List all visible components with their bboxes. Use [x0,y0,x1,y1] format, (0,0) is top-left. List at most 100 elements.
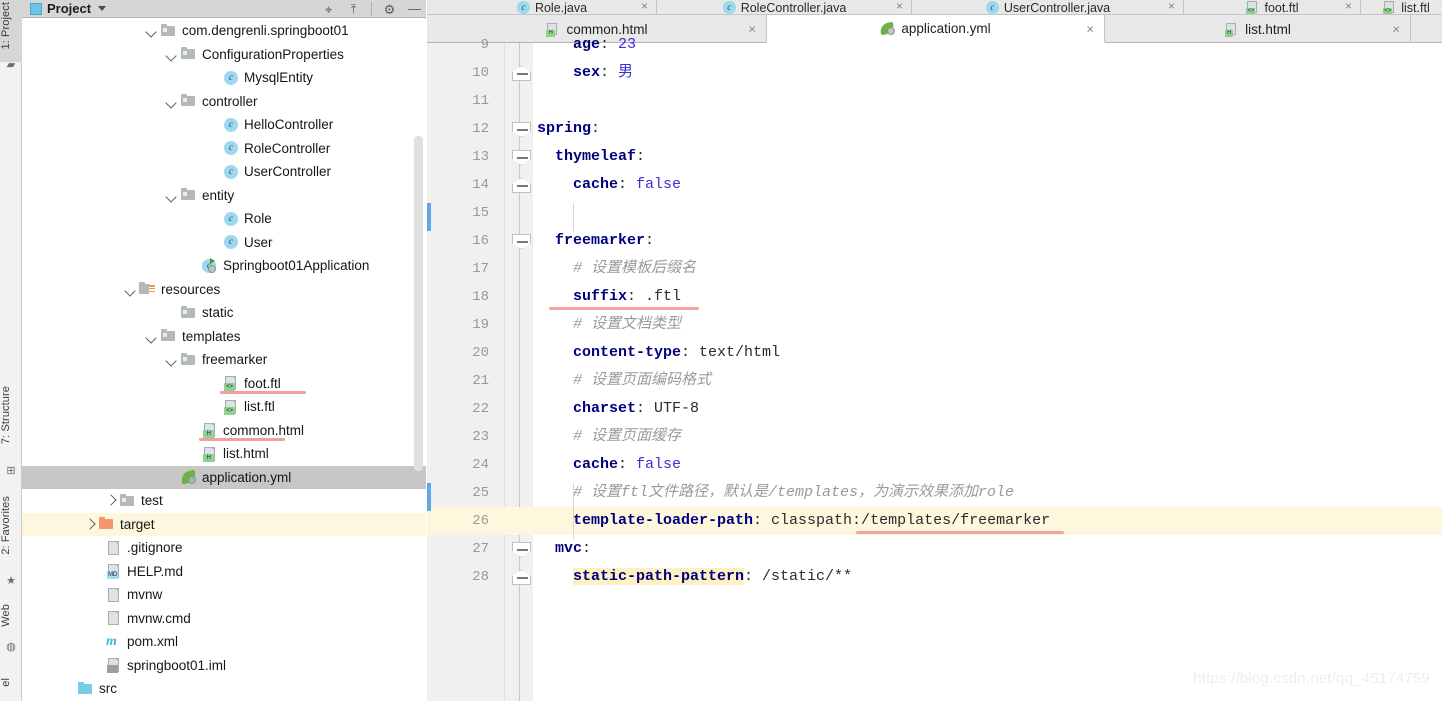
tree-node[interactable]: mvnw [22,583,426,607]
close-icon[interactable]: × [641,0,648,13]
tree-node[interactable]: c Role [22,207,426,231]
chevron-down-icon[interactable] [165,95,178,108]
tree-node[interactable]: freemarker [22,348,426,372]
tree-node[interactable]: c HelloController [22,113,426,137]
tree-node[interactable]: Hlist.html [22,442,426,466]
tree-node[interactable]: .gitignore [22,536,426,560]
tree-node[interactable]: <> list.ftl [22,395,426,419]
code-line[interactable]: 9 age: 23 [427,31,1452,59]
line-number: 15 [472,205,489,221]
tree-node[interactable]: target [22,512,426,536]
red-annotation-underline [199,438,285,441]
code-line[interactable]: 20 content-type: text/html [427,339,1452,367]
tree-node[interactable]: mvnw.cmd [22,607,426,631]
tree-node-label: .gitignore [127,540,183,556]
tree-node-label: common.html [223,422,305,438]
tree-node[interactable]: test [22,489,426,513]
tool-button-web[interactable]: Web [0,604,22,627]
code-line[interactable]: 21 # 设置页面编码格式 [427,367,1452,395]
chevron-down-icon[interactable] [165,48,178,61]
code-text: # 设置页面编码格式 [573,367,711,395]
code-token: thymeleaf [555,148,637,165]
hide-panel-icon[interactable]: — [407,2,422,17]
close-icon[interactable]: × [896,0,903,13]
editor-tab[interactable]: c RoleController.java × [657,0,912,14]
code-line[interactable]: 19 # 设置文档类型 [427,311,1452,339]
spring-application-class-icon: c [201,257,218,274]
folder-icon [160,328,177,344]
editor-tab-row-upper[interactable]: c Role.java × c RoleController.java × c UserCon… [427,0,1452,15]
chevron-down-icon[interactable] [165,353,178,366]
tree-node[interactable]: templates [22,325,426,349]
code-line[interactable]: 10 sex: 男 [427,59,1452,87]
line-number: 26 [472,513,489,529]
code-line[interactable]: 27 mvc: [427,535,1452,563]
code-line[interactable]: 14 cache: false [427,171,1452,199]
code-text: cache: false [573,171,681,199]
tree-node[interactable]: c User [22,231,426,255]
tree-node[interactable]: ConfigurationProperties [22,43,426,67]
line-number: 9 [480,37,489,53]
editor-tab-label: list.ftl [1401,0,1430,15]
tool-button-partial[interactable]: el [0,678,22,687]
tree-node-label: mvnw.cmd [127,610,191,626]
project-view-selector[interactable]: Project [22,1,107,16]
editor-tab[interactable]: c UserController.java × [912,0,1184,14]
editor-tab[interactable]: <> list.ftl [1361,0,1452,15]
tree-node[interactable]: application.yml [22,465,426,489]
chevron-right-icon[interactable] [104,494,117,507]
tree-node[interactable]: resources [22,278,426,302]
chevron-down-icon[interactable] [124,283,137,296]
code-line[interactable]: 25 # 设置ftl文件路径，默认是/templates，为演示效果添加role [427,479,1452,507]
code-line[interactable]: 16 freemarker: [427,227,1452,255]
tree-node[interactable]: c MysqlEntity [22,66,426,90]
project-tree-scrollbar[interactable] [414,136,423,471]
code-line[interactable]: 13 thymeleaf: [427,143,1452,171]
close-icon[interactable]: × [1168,0,1175,13]
tree-node[interactable]: entity [22,184,426,208]
chevron-down-icon[interactable] [98,6,107,11]
tree-node[interactable]: c UserController [22,160,426,184]
tree-node[interactable]: controller [22,90,426,114]
tree-node[interactable]: <> foot.ftl [22,372,426,396]
markdown-file-icon: MD [105,563,122,580]
tree-node[interactable]: c RoleController [22,137,426,161]
tool-button-favorites[interactable]: 2: Favorites [0,496,22,555]
tool-button-project[interactable]: 1: Project [0,2,22,49]
tree-node[interactable]: c Springboot01Application [22,254,426,278]
code-line[interactable]: 24 cache: false [427,451,1452,479]
ftl-file-icon: <> [1382,0,1397,14]
tool-button-structure[interactable]: 7: Structure [0,386,22,444]
tree-node[interactable]: static [22,301,426,325]
tree-node[interactable]: com.dengrenli.springboot01 [22,19,426,43]
chevron-down-icon[interactable] [145,24,158,37]
tree-node[interactable]: m pom.xml [22,630,426,654]
code-line[interactable]: 15 [427,199,1452,227]
code-line[interactable]: 17 # 设置模板后缀名 [427,255,1452,283]
project-tree[interactable]: com.dengrenli.springboot01 ConfigurationP… [22,19,426,701]
tree-node[interactable]: springboot01.iml [22,654,426,678]
tree-node[interactable]: MD HELP.md [22,560,426,584]
code-text: spring: [537,115,600,143]
editor-tab[interactable]: c Role.java × [447,0,657,14]
settings-gear-icon[interactable]: ⚙ [382,2,397,17]
code-token: : [636,148,646,165]
chevron-right-icon[interactable] [83,518,96,531]
code-editor[interactable]: 9 age: 23 10 sex: 男 11 12 spring: 13 thymeleaf: 1… [427,36,1452,701]
collapse-all-icon[interactable]: ⤒ [346,2,361,17]
code-line[interactable]: 28 static-path-pattern: /static/** [427,563,1452,591]
close-icon[interactable]: × [1345,0,1352,13]
chevron-down-icon[interactable] [145,330,158,343]
locate-icon[interactable]: ⌖ [321,2,336,17]
tree-node-label: pom.xml [127,634,179,650]
tree-node[interactable]: Hcommon.html [22,419,426,443]
code-line[interactable]: 22 charset: UTF-8 [427,395,1452,423]
code-line[interactable]: 11 [427,87,1452,115]
code-line[interactable]: 23 # 设置页面缓存 [427,423,1452,451]
code-token: text/html [699,344,781,361]
tree-node[interactable]: src [22,677,426,701]
editor-tab[interactable]: <> foot.ftl × [1184,0,1361,14]
code-line[interactable]: 12 spring: [427,115,1452,143]
chevron-down-icon[interactable] [165,189,178,202]
